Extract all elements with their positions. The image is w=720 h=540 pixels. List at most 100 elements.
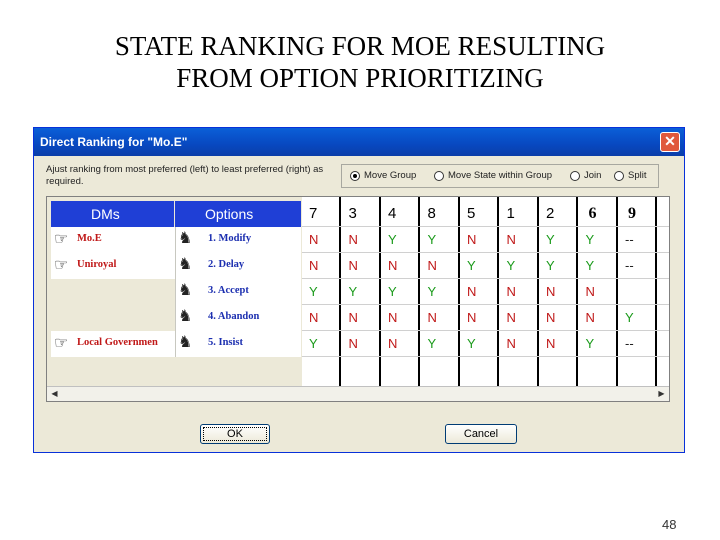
move-mode-radio-group: Move Group Move State within Group Join …	[341, 164, 659, 188]
option-cell[interactable]: ♞ 3. Accept	[175, 279, 301, 305]
option-cell[interactable]: ♞ 4. Abandon	[175, 305, 301, 331]
dm-cell	[51, 305, 175, 331]
state-value: N	[388, 258, 398, 273]
slide-title-line-1: STATE RANKING FOR MOE RESULTING	[114, 31, 606, 61]
state-value: N	[427, 310, 437, 325]
radio-move-state[interactable]: Move State within Group	[434, 170, 552, 181]
state-value: N	[388, 336, 398, 351]
row-divider	[302, 226, 669, 227]
slide-title-line-2: FROM OPTION PRIORITIZING	[176, 63, 544, 93]
chess-knight-icon: ♞	[178, 334, 193, 351]
state-header[interactable]: 9	[619, 201, 655, 227]
state-value: N	[467, 284, 477, 299]
state-header[interactable]: 3	[343, 201, 379, 227]
dm-name: Mo.E	[77, 233, 102, 244]
state-value: Y	[388, 232, 397, 247]
option-name: 1. Modify	[208, 233, 252, 244]
radio-join-label: Join	[584, 170, 602, 181]
state-header[interactable]: 4	[382, 201, 418, 227]
option-name: 3. Accept	[208, 285, 249, 296]
dm-options-panel: DMs Options ☞ Mo.E ♞ 1. Modify ☞ Uniroya…	[47, 197, 302, 387]
state-value: N	[506, 284, 516, 299]
state-value: N	[348, 258, 358, 273]
radio-button-icon[interactable]	[570, 170, 580, 181]
instruction-text: Ajust ranking from most preferred (left)…	[46, 164, 324, 187]
row-divider	[302, 252, 669, 253]
dm-cell: ☞ Local Governmen	[51, 331, 175, 357]
state-value: --	[625, 232, 634, 247]
page-number: 48	[662, 517, 677, 532]
state-value: N	[506, 310, 516, 325]
dm-name: Uniroyal	[77, 259, 117, 270]
state-value: N	[348, 336, 358, 351]
option-name: 4. Abandon	[208, 311, 260, 322]
state-value: N	[467, 232, 477, 247]
row-divider	[302, 304, 669, 305]
state-value: Y	[585, 232, 595, 247]
row-divider	[302, 330, 669, 331]
state-value: --	[625, 336, 634, 351]
radio-join[interactable]: Join	[570, 170, 601, 181]
state-value: Y	[309, 336, 318, 351]
dm-name: Local Governmen	[77, 337, 158, 348]
state-value: Y	[506, 258, 516, 273]
row-divider	[302, 278, 669, 279]
dialog-title: Direct Ranking for "Mo.E"	[40, 135, 188, 149]
state-header[interactable]: 5	[461, 201, 497, 227]
state-value: Y	[309, 284, 318, 299]
radio-move-group[interactable]: Move Group	[350, 170, 416, 181]
close-button[interactable]: ✕	[660, 132, 680, 152]
state-header[interactable]: 8	[422, 201, 458, 227]
slide-title: STATE RANKING FOR MOE RESULTING FROM OPT…	[0, 30, 720, 94]
direct-ranking-dialog: Direct Ranking for "Mo.E" ✕ Ajust rankin…	[33, 127, 685, 453]
state-value: N	[427, 258, 437, 273]
ok-button[interactable]: OK	[200, 424, 270, 444]
radio-split[interactable]: Split	[614, 170, 646, 181]
state-value: Y	[546, 232, 555, 247]
cancel-button[interactable]: Cancel	[445, 424, 517, 444]
dm-cell: ☞ Mo.E	[51, 227, 175, 253]
state-header[interactable]: 6	[580, 201, 616, 227]
chess-knight-icon: ♞	[178, 308, 193, 325]
state-value: Y	[388, 284, 397, 299]
scroll-right-icon[interactable]: ▶	[654, 387, 669, 401]
dialog-titlebar[interactable]: Direct Ranking for "Mo.E" ✕	[34, 128, 684, 156]
state-value: Y	[427, 336, 437, 351]
state-value	[619, 279, 655, 305]
state-value: Y	[546, 258, 555, 273]
option-cell[interactable]: ♞ 5. Insist	[175, 331, 301, 357]
scroll-left-icon[interactable]: ◀	[47, 387, 62, 401]
option-cell[interactable]: ♞ 1. Modify	[175, 227, 301, 253]
radio-button-icon[interactable]	[614, 170, 624, 181]
radio-button-icon[interactable]	[350, 170, 360, 181]
state-header[interactable]: 7	[303, 201, 339, 227]
person-pointing-icon: ☞	[54, 335, 69, 352]
chess-knight-icon: ♞	[178, 282, 193, 299]
state-value: N	[309, 310, 319, 325]
state-header[interactable]: 1	[501, 201, 537, 227]
state-value: Y	[585, 258, 595, 273]
state-value: Y	[625, 310, 634, 325]
radio-button-icon[interactable]	[434, 170, 444, 181]
option-cell[interactable]: ♞ 2. Delay	[175, 253, 301, 279]
dm-cell	[51, 279, 175, 305]
person-pointing-icon: ☞	[54, 231, 69, 248]
state-value: N	[467, 310, 477, 325]
row-divider	[302, 356, 669, 357]
state-header[interactable]: 2	[540, 201, 576, 227]
horizontal-scrollbar[interactable]: ◀ ▶	[47, 386, 669, 401]
state-value: N	[585, 284, 595, 299]
table-row: ☞ Mo.E ♞ 1. Modify	[51, 227, 301, 253]
state-value: N	[348, 310, 358, 325]
state-value: N	[546, 336, 556, 351]
chess-knight-icon: ♞	[178, 256, 193, 273]
ranking-grid: DMs Options ☞ Mo.E ♞ 1. Modify ☞ Uniroya…	[46, 196, 670, 402]
state-value: N	[546, 284, 556, 299]
state-value: N	[506, 232, 516, 247]
state-value: N	[585, 310, 595, 325]
radio-move-state-label: Move State within Group	[448, 170, 553, 181]
state-value: N	[309, 232, 319, 247]
table-row: ♞ 4. Abandon	[51, 305, 301, 331]
state-value: Y	[348, 284, 358, 299]
state-value: N	[506, 336, 516, 351]
